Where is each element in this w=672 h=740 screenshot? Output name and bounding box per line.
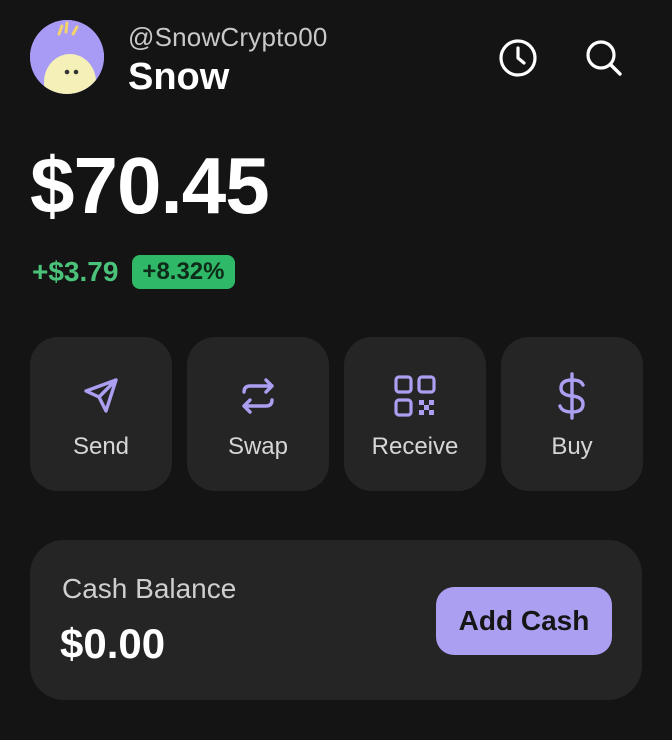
cash-balance-title: Cash Balance — [62, 573, 237, 604]
add-cash-button[interactable]: Add Cash — [436, 587, 612, 655]
username-handle: @SnowCrypto00 — [128, 22, 328, 52]
qr-code-icon — [391, 371, 439, 421]
history-button[interactable] — [494, 34, 542, 82]
avatar[interactable] — [30, 20, 104, 94]
send-label: Send — [72, 433, 130, 460]
buy-button[interactable]: Buy — [501, 337, 643, 491]
swap-icon — [234, 371, 282, 421]
portfolio-change: +$3.79 +8.32% — [32, 254, 235, 290]
display-name: Snow — [128, 56, 230, 98]
search-button[interactable] — [580, 34, 628, 82]
change-percent-badge: +8.32% — [132, 255, 235, 289]
portfolio-balance: $70.45 — [30, 141, 270, 230]
swap-button[interactable]: Swap — [187, 337, 329, 491]
change-amount: +$3.79 — [32, 256, 119, 287]
send-icon — [77, 371, 125, 421]
cash-balance-card: Cash Balance $0.00 Add Cash — [30, 540, 642, 700]
receive-button[interactable]: Receive — [344, 337, 486, 491]
snow-avatar-icon — [30, 20, 104, 94]
search-icon — [586, 40, 622, 76]
cash-balance-value: $0.00 — [60, 620, 166, 667]
receive-label: Receive — [371, 433, 459, 460]
action-buttons: Send Swap Receive Buy — [30, 337, 643, 491]
header: @SnowCrypto00 Snow — [28, 18, 636, 98]
clock-icon — [499, 39, 537, 77]
buy-label: Buy — [551, 433, 593, 460]
dollar-icon — [548, 371, 596, 421]
send-button[interactable]: Send — [30, 337, 172, 491]
swap-label: Swap — [227, 433, 289, 460]
